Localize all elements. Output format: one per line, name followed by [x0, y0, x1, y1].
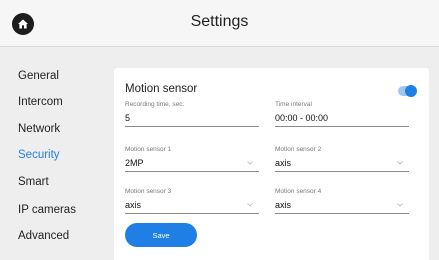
sidebar-item-security[interactable]: Security	[18, 149, 60, 161]
sidebar-item-ip-cameras[interactable]: IP cameras	[18, 204, 76, 216]
sidebar-item-smart[interactable]: Smart	[18, 176, 49, 188]
header-bar: Settings	[0, 0, 439, 47]
motion-sensor-1-value: 2MP	[125, 158, 144, 168]
sidebar-item-intercom[interactable]: Intercom	[18, 96, 63, 108]
field-underline	[125, 213, 259, 214]
motion-sensor-2-select[interactable]: Motion sensor 2 axis	[275, 146, 409, 172]
page-title: Settings	[190, 13, 249, 30]
chevron-down-icon	[397, 203, 403, 207]
time-interval-value: 00:00 - 00:00	[275, 113, 329, 123]
motion-sensor-1-select[interactable]: Motion sensor 1 2MP	[125, 146, 259, 172]
field-underline	[125, 126, 259, 127]
motion-sensor-2-label: Motion sensor 2	[275, 146, 322, 153]
motion-sensor-3-value: axis	[125, 200, 142, 210]
chevron-down-icon	[397, 161, 403, 165]
chevron-down-icon	[247, 161, 253, 165]
toggle-knob	[405, 85, 417, 97]
field-underline	[125, 171, 259, 172]
field-underline	[275, 171, 409, 172]
motion-sensor-3-select[interactable]: Motion sensor 3 axis	[125, 188, 259, 214]
recording-time-label: Recording time, sec.	[125, 101, 185, 108]
motion-sensor-4-value: axis	[275, 200, 292, 210]
motion-sensor-card: Motion sensor Recording time, sec. 5 Tim…	[114, 68, 429, 260]
field-underline	[275, 213, 409, 214]
sidebar-item-advanced[interactable]: Advanced	[18, 230, 69, 242]
sidebar-item-network[interactable]: Network	[18, 123, 60, 135]
motion-sensor-4-label: Motion sensor 4	[275, 188, 322, 195]
recording-time-value: 5	[125, 113, 131, 123]
save-button[interactable]: Save	[125, 223, 197, 247]
card-title: Motion sensor	[125, 83, 198, 95]
time-interval-label: Time interval	[275, 101, 312, 108]
sidebar-item-general[interactable]: General	[18, 70, 59, 82]
time-interval-field[interactable]: Time interval 00:00 - 00:00	[275, 101, 409, 127]
motion-sensor-4-select[interactable]: Motion sensor 4 axis	[275, 188, 409, 214]
motion-sensor-3-label: Motion sensor 3	[125, 188, 172, 195]
motion-sensor-1-label: Motion sensor 1	[125, 146, 172, 153]
chevron-down-icon	[247, 203, 253, 207]
recording-time-field[interactable]: Recording time, sec. 5	[125, 101, 259, 127]
motion-sensor-2-value: axis	[275, 158, 292, 168]
field-underline	[275, 126, 409, 127]
motion-sensor-toggle[interactable]	[398, 85, 417, 97]
sidebar: General Intercom Network Security Smart …	[0, 47, 112, 260]
